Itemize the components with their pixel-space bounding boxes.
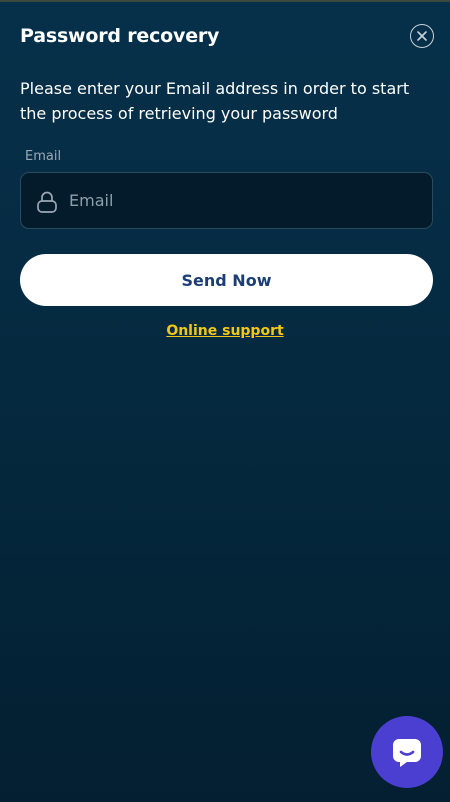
close-button[interactable] <box>410 24 434 48</box>
email-field[interactable] <box>20 172 433 229</box>
modal-header: Password recovery <box>20 24 434 52</box>
instructions-text: Please enter your Email address in order… <box>20 79 410 123</box>
email-input[interactable] <box>69 173 419 228</box>
chat-bubble-icon <box>393 739 421 767</box>
support-link-container: Online support <box>0 321 450 341</box>
email-field-label: Email <box>25 149 62 164</box>
close-icon <box>417 31 427 41</box>
online-support-link[interactable]: Online support <box>166 323 283 339</box>
lock-icon <box>37 191 57 213</box>
top-divider <box>0 0 450 2</box>
page-title: Password recovery <box>20 25 220 47</box>
send-now-button[interactable]: Send Now <box>20 254 433 306</box>
live-chat-button[interactable] <box>371 716 443 788</box>
